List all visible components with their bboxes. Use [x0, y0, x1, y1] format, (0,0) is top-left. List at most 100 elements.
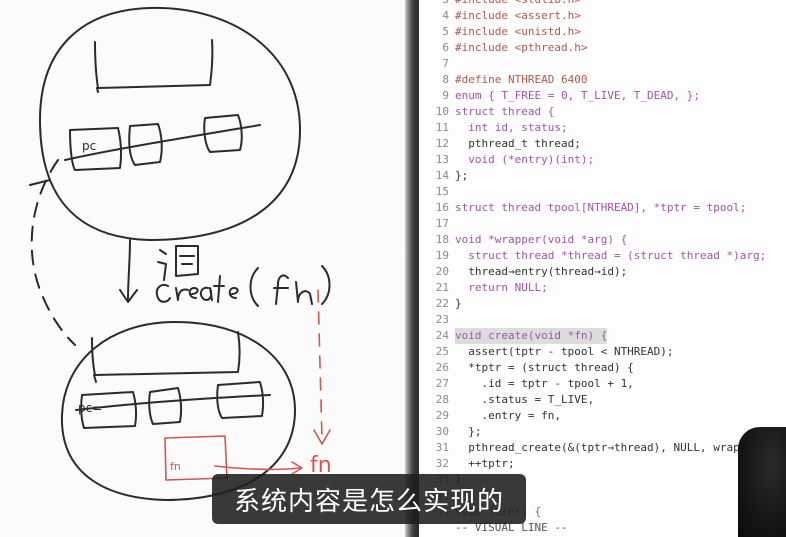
line-number: 26	[435, 361, 449, 374]
code-text: pthread_t thread;	[455, 137, 581, 150]
subtitle-caption: 系统内容是怎么实现的	[212, 474, 526, 524]
code-text: return NULL;	[455, 281, 548, 294]
code-text: .status = T_LIVE,	[455, 393, 595, 406]
line-number: 18	[435, 233, 449, 246]
code-line[interactable]: 20 thread→entry(thread→id);	[419, 264, 786, 280]
code-line[interactable]: 29 .entry = fn,	[419, 408, 786, 424]
code-text: void *wrapper(void *arg) {	[455, 233, 628, 246]
code-text: thread→entry(thread→id);	[455, 265, 628, 278]
code-editor[interactable]: 3 #include <stdlib.h> 4 #include <assert.h>…	[419, 0, 786, 537]
code-line[interactable]: 3 #include <stdlib.h>	[419, 0, 786, 8]
code-line[interactable]: 8 #define NTHREAD 6400	[419, 72, 786, 88]
bottom-code-box	[91, 331, 241, 376]
line-number: 27	[435, 377, 449, 390]
bottom-thread-box-3	[216, 381, 265, 419]
line-number: 13	[435, 153, 449, 166]
code-line[interactable]: 16 struct thread tpool[NTHREAD], *tptr = …	[419, 200, 786, 216]
line-number: 19	[435, 249, 449, 262]
code-text: #define NTHREAD 6400	[455, 73, 588, 86]
code-line[interactable]: 18 void *wrapper(void *arg) {	[419, 232, 786, 248]
line-number: 28	[435, 393, 449, 406]
code-text: .entry = fn,	[455, 409, 561, 422]
line-number: 5	[442, 25, 449, 38]
code-text: struct thread {	[455, 105, 555, 118]
code-text: void create(void *fn) {	[455, 328, 608, 344]
code-line[interactable]: 27 .id = tptr - tpool + 1,	[419, 376, 786, 392]
code-text: struct thread tpool[NTHREAD], *tptr = tp…	[455, 201, 747, 214]
arrow-down-create	[127, 239, 131, 301]
code-line[interactable]: 24 void create(void *fn) {	[419, 328, 786, 344]
code-text: #include <unistd.h>	[455, 25, 581, 38]
code-text: *tptr = (struct thread) {	[455, 361, 634, 374]
label-pc-top: pc	[82, 139, 96, 153]
code-line[interactable]: 11 int id, status;	[419, 120, 786, 136]
whiteboard-canvas[interactable]: pc pc= fn fn	[0, 0, 405, 537]
line-number: 15	[435, 185, 449, 198]
code-line[interactable]: 23	[419, 312, 786, 328]
code-line[interactable]: 7	[419, 56, 786, 72]
line-number: 29	[435, 409, 449, 422]
code-line[interactable]: 25 assert(tptr - tpool < NTHREAD);	[419, 344, 786, 360]
code-text: .id = tptr - tpool + 1,	[455, 377, 634, 390]
code-text: struct thread *thread = (struct thread *…	[455, 249, 767, 262]
code-line[interactable]: 26 *tptr = (struct thread) {	[419, 360, 786, 376]
line-number: 8	[442, 73, 449, 86]
code-line[interactable]: 15	[419, 184, 786, 200]
code-line[interactable]: 9 enum { T_FREE = 0, T_LIVE, T_DEAD, };	[419, 88, 786, 104]
line-number: 32	[435, 457, 449, 470]
code-line[interactable]: 12 pthread_t thread;	[419, 136, 786, 152]
code-text: pthread_create(&(tptr→thread), NULL, wra…	[455, 441, 786, 454]
line-number: 20	[435, 265, 449, 278]
line-number: 16	[435, 201, 449, 214]
code-line[interactable]: 19 struct thread *thread = (struct threa…	[419, 248, 786, 264]
handwriting-create	[155, 265, 331, 307]
top-code-box	[94, 39, 214, 89]
code-line[interactable]: 31 pthread_create(&(tptr→thread), NULL, …	[419, 440, 786, 456]
line-number: 21	[435, 281, 449, 294]
code-text: #include <assert.h>	[455, 9, 581, 22]
code-line[interactable]: 22}	[419, 296, 786, 312]
line-number: 23	[435, 313, 449, 326]
line-number: 3	[419, 0, 449, 8]
bottom-thread-box-2	[148, 387, 183, 425]
code-text: #include <pthread.h>	[455, 41, 588, 54]
code-line[interactable]: 30 };	[419, 424, 786, 440]
line-number: 11	[435, 121, 449, 134]
line-number: 4	[442, 9, 449, 22]
label-fn-red-box: fn	[170, 460, 181, 473]
handwriting-diao	[157, 245, 199, 281]
code-text: enum { T_FREE = 0, T_LIVE, T_DEAD, };	[455, 89, 701, 102]
subtitle-text: 系统内容是怎么实现的	[233, 486, 504, 517]
code-line[interactable]: 28 .status = T_LIVE,	[419, 392, 786, 408]
line-number: 9	[442, 89, 449, 102]
code-text: };	[455, 169, 469, 182]
code-line[interactable]: 4 #include <assert.h>	[419, 8, 786, 24]
code-text: ++tptr;	[455, 457, 515, 470]
line-number: 7	[442, 57, 449, 70]
code-text: }	[455, 297, 462, 310]
line-number: 22	[435, 297, 449, 310]
top-process-circle	[39, 6, 301, 241]
red-arrow-to-fn	[214, 465, 301, 471]
code-line[interactable]: 21 return NULL;	[419, 280, 786, 296]
code-text: };	[455, 425, 482, 438]
whiteboard-drawing: pc pc= fn fn	[29, 6, 332, 501]
line-number: 6	[442, 41, 449, 54]
code-text: assert(tptr - tpool < NTHREAD);	[455, 345, 674, 358]
line-number: 30	[435, 425, 449, 438]
line-number: 24	[435, 329, 449, 342]
code-line[interactable]: 10 struct thread {	[419, 104, 786, 120]
code-line[interactable]: 13 void (*entry)(int);	[419, 152, 786, 168]
code-text: void (*entry)(int);	[455, 153, 595, 166]
code-line[interactable]: 14};	[419, 168, 786, 184]
code-line[interactable]: 6 #include <pthread.h>	[419, 40, 786, 56]
line-number: 10	[435, 105, 449, 118]
code-line[interactable]: 17	[419, 216, 786, 232]
label-pc-bottom: pc=	[78, 401, 102, 415]
line-number: 12	[435, 137, 449, 150]
code-line[interactable]: 5 #include <unistd.h>	[419, 24, 786, 40]
window-divider	[405, 0, 419, 537]
line-number: 31	[435, 441, 449, 454]
code-line[interactable]: 32 ++tptr;	[419, 456, 786, 472]
dashed-arrow-to-fn	[317, 289, 323, 441]
